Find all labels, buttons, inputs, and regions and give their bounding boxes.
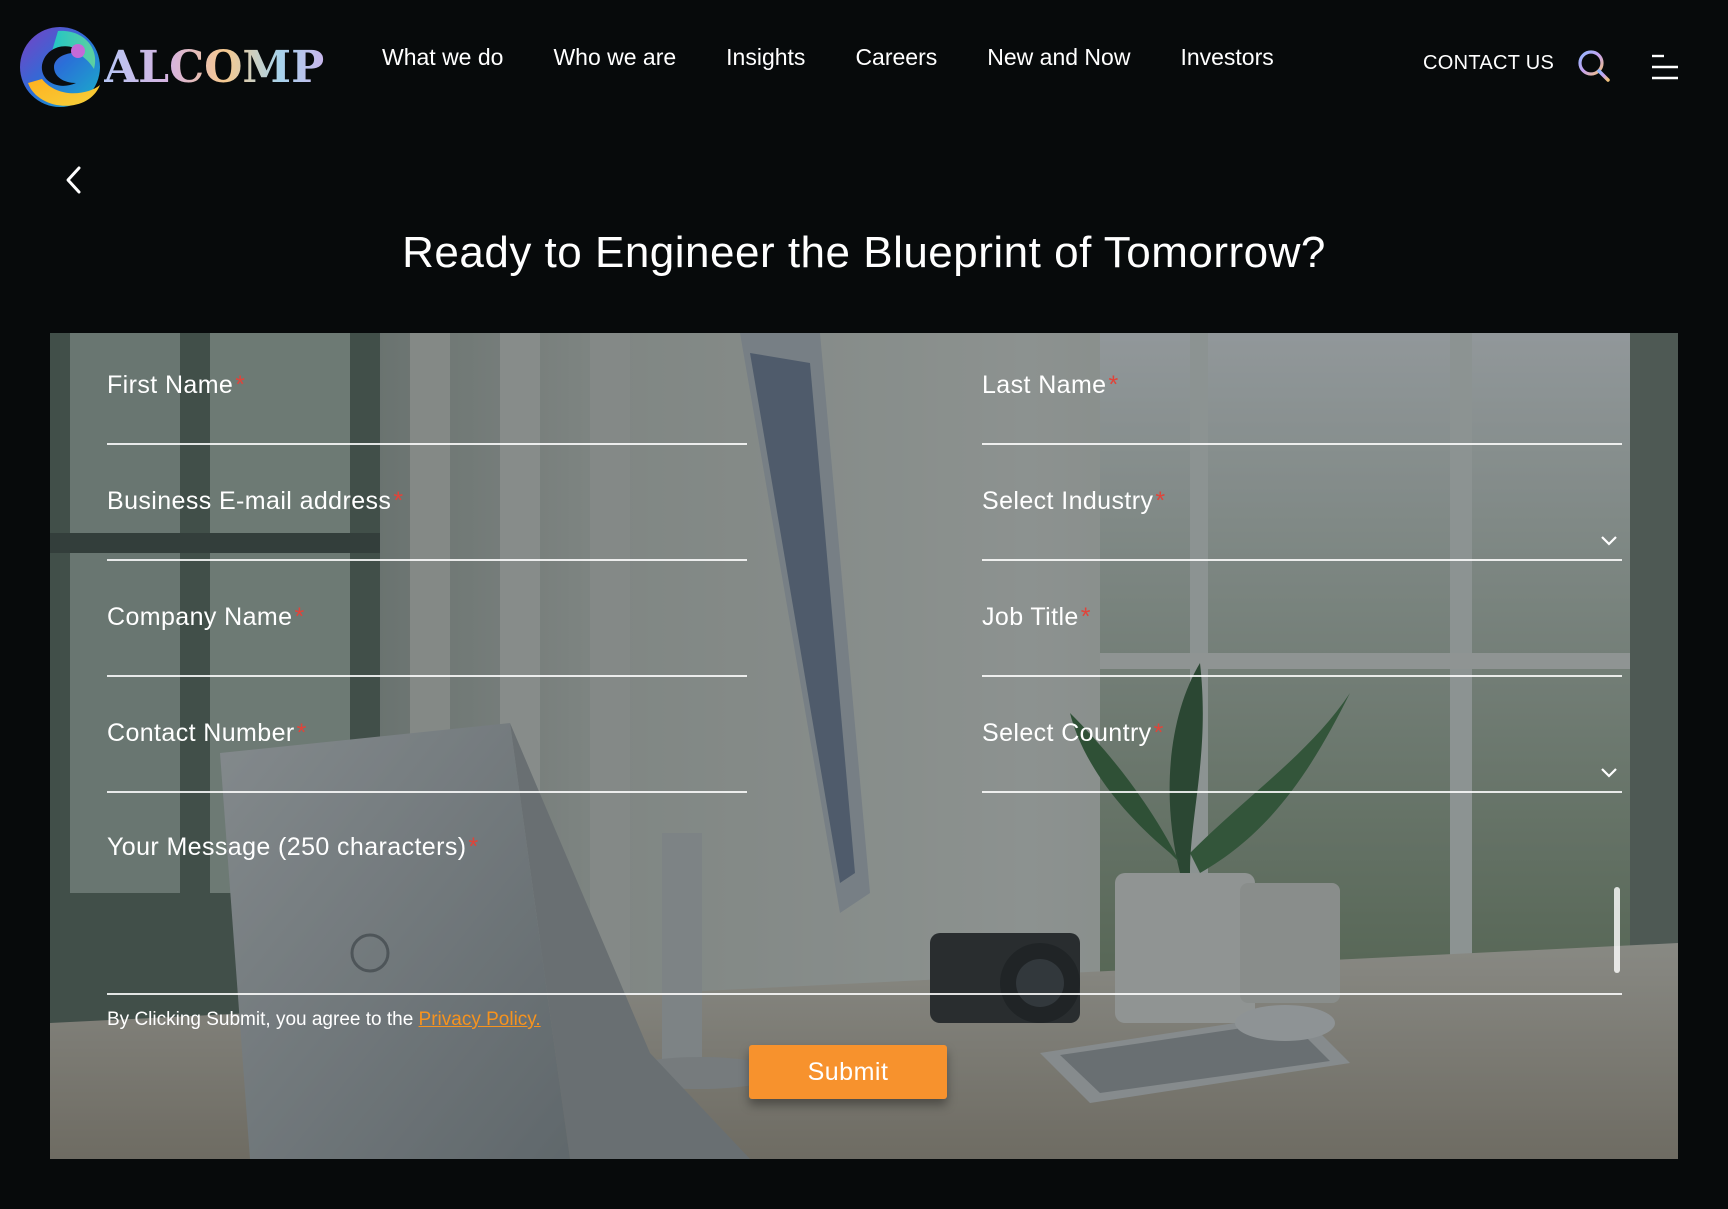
contact-number-field[interactable]: Contact Number* <box>107 681 747 793</box>
last-name-label: Last Name* <box>982 371 1119 399</box>
first-name-field[interactable]: First Name* <box>107 333 747 445</box>
message-label: Your Message (250 characters)* <box>107 833 479 861</box>
job-title-field[interactable]: Job Title* <box>982 565 1622 677</box>
required-marker: * <box>1155 487 1166 515</box>
country-label: Select Country* <box>982 719 1164 747</box>
nav-item-insights[interactable]: Insights <box>726 44 805 71</box>
brand-logo[interactable]: ALCOMP <box>18 22 324 112</box>
business-email-field[interactable]: Business E-mail address* <box>107 449 747 561</box>
privacy-policy-link[interactable]: Privacy Policy. <box>419 1009 541 1030</box>
industry-label: Select Industry* <box>982 487 1166 515</box>
required-marker: * <box>393 487 404 515</box>
required-marker: * <box>1080 603 1091 631</box>
site-header: ALCOMP What we do Who we are Insights Ca… <box>0 0 1728 130</box>
chevron-left-icon[interactable] <box>60 164 88 196</box>
job-title-label: Job Title* <box>982 603 1091 631</box>
logo-mark-icon <box>20 27 100 107</box>
business-email-label: Business E-mail address* <box>107 487 404 515</box>
chevron-down-icon <box>1601 536 1617 546</box>
last-name-field[interactable]: Last Name* <box>982 333 1622 445</box>
company-name-field[interactable]: Company Name* <box>107 565 747 677</box>
nav-item-who-we-are[interactable]: Who we are <box>553 44 676 71</box>
required-marker: * <box>1108 371 1119 399</box>
required-marker: * <box>235 371 246 399</box>
required-marker: * <box>294 603 305 631</box>
chevron-down-icon <box>1601 768 1617 778</box>
page-title: Ready to Engineer the Blueprint of Tomor… <box>402 228 1326 277</box>
nav-item-careers[interactable]: Careers <box>855 44 937 71</box>
message-textarea[interactable]: Your Message (250 characters)* <box>107 797 1622 995</box>
nav-item-investors[interactable]: Investors <box>1180 44 1273 71</box>
submit-button[interactable]: Submit <box>749 1045 947 1099</box>
consent-statement: By Clicking Submit, you agree to the <box>107 1009 414 1030</box>
brand-name: ALCOMP <box>104 41 325 93</box>
required-marker: * <box>1153 719 1164 747</box>
company-name-label: Company Name* <box>107 603 305 631</box>
required-marker: * <box>468 833 479 861</box>
consent-text: By Clicking Submit, you agree to the Pri… <box>107 1009 541 1031</box>
search-icon[interactable] <box>1576 48 1612 84</box>
country-select[interactable]: Select Country* <box>982 681 1622 793</box>
nav-item-what-we-do[interactable]: What we do <box>382 44 503 71</box>
menu-icon[interactable] <box>1650 52 1680 82</box>
main-nav: What we do Who we are Insights Careers N… <box>382 44 1324 71</box>
first-name-label: First Name* <box>107 371 246 399</box>
nav-item-new-and-now[interactable]: New and Now <box>987 44 1130 71</box>
contact-number-label: Contact Number* <box>107 719 307 747</box>
industry-select[interactable]: Select Industry* <box>982 449 1622 561</box>
message-scrollbar[interactable] <box>1614 887 1620 973</box>
required-marker: * <box>296 719 307 747</box>
contact-form-panel: First Name* Last Name* Business E-mail a… <box>50 333 1678 1159</box>
contact-us-link[interactable]: CONTACT US <box>1423 52 1554 75</box>
